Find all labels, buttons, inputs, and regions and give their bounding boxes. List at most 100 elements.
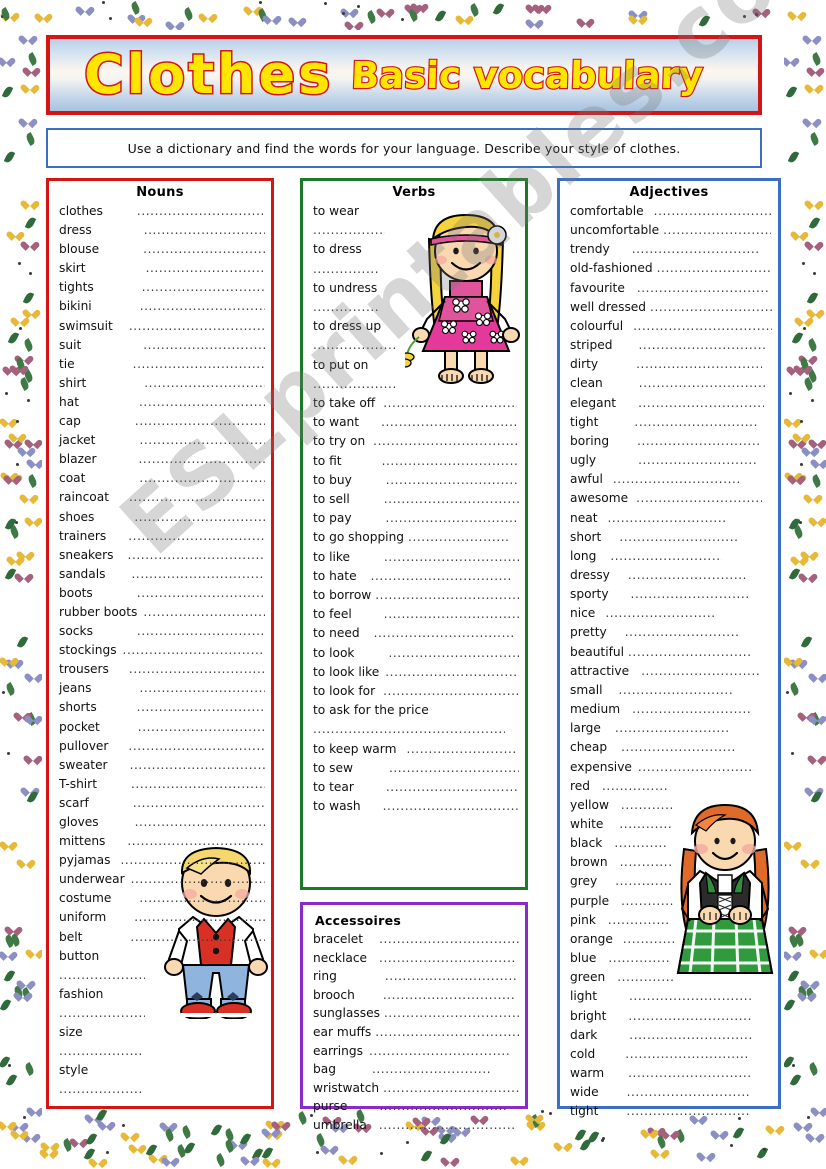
adjective-answer-blank[interactable]: ................................... — [650, 298, 772, 317]
noun-answer-blank[interactable]: ........................................… — [137, 202, 265, 221]
adjective-answer-blank[interactable]: ............... — [621, 892, 673, 911]
noun-answer-blank[interactable]: ........................................… — [139, 450, 266, 469]
noun-answer-blank[interactable]: ........................................… — [135, 813, 265, 832]
adjective-answer-blank[interactable]: ................................ — [625, 623, 739, 642]
adjective-answer-blank[interactable]: ................................... — [627, 1083, 751, 1102]
adjective-answer-blank[interactable]: ............... — [620, 853, 672, 872]
noun-answer-blank[interactable]: ....................... — [59, 1042, 141, 1061]
adjective-answer-blank[interactable]: ................................... — [637, 432, 761, 451]
verb-answer-blank[interactable]: ........................................… — [313, 720, 505, 739]
accessoire-answer-blank[interactable]: ...................................... — [379, 949, 515, 968]
noun-answer-blank[interactable]: ........................................… — [137, 584, 265, 603]
noun-answer-blank[interactable]: ........................................… — [143, 603, 265, 622]
accessoire-answer-blank[interactable]: ........................................… — [375, 1023, 519, 1042]
adjective-answer-blank[interactable]: .............................. — [663, 221, 771, 240]
adjective-answer-blank[interactable]: ................................... — [639, 374, 765, 393]
noun-answer-blank[interactable]: ........................................… — [134, 508, 265, 527]
noun-answer-blank[interactable]: ........................................… — [146, 259, 265, 278]
adjective-answer-blank[interactable]: ............... — [623, 930, 675, 949]
adjective-answer-blank[interactable]: ................................... — [626, 1102, 750, 1121]
adjective-answer-blank[interactable]: ................ — [615, 872, 671, 891]
adjective-answer-blank[interactable]: .................................. — [628, 643, 750, 662]
verb-answer-blank[interactable]: ........................................… — [385, 663, 519, 682]
noun-answer-blank[interactable]: ........................................… — [128, 527, 265, 546]
accessoire-answer-blank[interactable]: ....................................... — [384, 1004, 519, 1023]
adjective-answer-blank[interactable]: .................................... — [639, 336, 767, 355]
noun-answer-blank[interactable]: ........................................… — [129, 660, 265, 679]
adjective-answer-blank[interactable]: ................................... — [628, 1007, 752, 1026]
verb-answer-blank[interactable]: ....................................... — [384, 605, 519, 624]
adjective-answer-blank[interactable]: .................................. — [638, 451, 758, 470]
adjective-answer-blank[interactable]: ................................. — [607, 509, 725, 528]
adjective-answer-blank[interactable]: ................................... — [634, 413, 758, 432]
verb-answer-blank[interactable]: ...................................... — [384, 548, 519, 567]
adjective-answer-blank[interactable]: ................................. — [641, 662, 759, 681]
adjective-answer-blank[interactable]: ................................... — [625, 1045, 749, 1064]
adjective-answer-blank[interactable]: ................................. — [654, 202, 772, 221]
noun-answer-blank[interactable]: ........................................… — [129, 488, 265, 507]
noun-answer-blank[interactable]: ........................................… — [121, 851, 266, 870]
adjective-answer-blank[interactable]: ............................... — [605, 604, 715, 623]
verb-answer-blank[interactable]: ...................................... — [386, 471, 519, 490]
accessoire-answer-blank[interactable]: ........................................… — [383, 1079, 519, 1098]
verb-answer-blank[interactable]: ........................................ — [382, 452, 519, 471]
adjective-answer-blank[interactable]: ................. — [608, 911, 670, 930]
noun-answer-blank[interactable]: ........................................… — [137, 622, 265, 641]
verb-answer-blank[interactable]: ................................ — [406, 740, 518, 759]
adjective-answer-blank[interactable]: .................................... — [613, 470, 741, 489]
noun-answer-blank[interactable]: ....................... — [59, 1080, 141, 1099]
verb-answer-blank[interactable]: ........................................… — [383, 682, 519, 701]
verb-answer-blank[interactable]: ................... — [313, 260, 379, 279]
adjective-answer-blank[interactable]: ............... — [619, 815, 671, 834]
noun-answer-blank[interactable]: ........................................… — [138, 718, 265, 737]
adjective-answer-blank[interactable]: ................................ — [657, 259, 771, 278]
noun-answer-blank[interactable]: ........................................… — [139, 679, 265, 698]
accessoire-answer-blank[interactable]: ..................................... — [385, 967, 517, 986]
noun-answer-blank[interactable]: ........................................… — [131, 775, 265, 794]
adjective-answer-blank[interactable]: ................................ — [621, 738, 735, 757]
noun-answer-blank[interactable]: ........................................… — [131, 870, 265, 889]
noun-answer-blank[interactable]: ........................................… — [144, 374, 265, 393]
adjective-answer-blank[interactable]: ................................... — [636, 355, 762, 374]
noun-answer-blank[interactable]: ........................................… — [139, 393, 265, 412]
accessoire-answer-blank[interactable]: ........................................ — [369, 1042, 511, 1061]
adjective-answer-blank[interactable]: ....................................... — [633, 317, 772, 336]
noun-answer-blank[interactable]: ........................................… — [127, 832, 265, 851]
noun-answer-blank[interactable]: ........................................… — [143, 240, 265, 259]
verb-answer-blank[interactable]: ........................................… — [373, 432, 519, 451]
noun-answer-blank[interactable]: ........................................… — [139, 469, 265, 488]
adjective-answer-blank[interactable]: ................................. — [631, 585, 749, 604]
noun-answer-blank[interactable]: ........................................… — [128, 737, 265, 756]
verb-answer-blank[interactable]: ................... — [313, 298, 379, 317]
accessoire-answer-blank[interactable]: ....................................... — [379, 930, 519, 949]
noun-answer-blank[interactable]: ........................................… — [134, 908, 265, 927]
verb-answer-blank[interactable]: ...................................... — [383, 394, 517, 413]
noun-answer-blank[interactable]: ........................................… — [135, 412, 265, 431]
adjective-answer-blank[interactable]: ................. — [608, 949, 670, 968]
adjective-answer-blank[interactable]: ................................. — [632, 700, 750, 719]
adjective-answer-blank[interactable]: ............... — [621, 796, 673, 815]
noun-answer-blank[interactable]: ........................................… — [131, 565, 265, 584]
verb-answer-blank[interactable]: ........................................ — [374, 624, 516, 643]
verb-answer-blank[interactable]: ....................... — [313, 375, 395, 394]
noun-answer-blank[interactable]: ........................ — [59, 966, 145, 985]
noun-answer-blank[interactable]: ........................................… — [130, 756, 265, 775]
adjective-answer-blank[interactable]: ................................... — [636, 489, 762, 508]
adjective-answer-blank[interactable]: ................................. — [619, 528, 737, 547]
noun-answer-blank[interactable]: ........................................… — [128, 546, 265, 565]
noun-answer-blank[interactable]: ........................................… — [139, 889, 265, 908]
noun-answer-blank[interactable]: ........................................… — [133, 794, 265, 813]
noun-answer-blank[interactable]: ........................................… — [143, 336, 265, 355]
accessoire-answer-blank[interactable]: ...................................... — [379, 1116, 515, 1135]
verb-answer-blank[interactable]: ............................ — [408, 528, 508, 547]
adjective-answer-blank[interactable]: ............... — [614, 834, 666, 853]
noun-answer-blank[interactable]: ........................................… — [123, 641, 265, 660]
adjective-answer-blank[interactable]: .................................... — [632, 240, 760, 259]
verb-answer-blank[interactable]: ........................................ — [386, 778, 519, 797]
noun-answer-blank[interactable]: ........................................… — [137, 698, 265, 717]
noun-answer-blank[interactable]: ........................................… — [140, 297, 265, 316]
adjective-answer-blank[interactable]: ................... — [602, 777, 668, 796]
adjective-answer-blank[interactable]: ..................................... — [637, 279, 769, 298]
noun-answer-blank[interactable]: ........................................… — [139, 431, 265, 450]
noun-answer-blank[interactable]: ........................................… — [133, 355, 265, 374]
